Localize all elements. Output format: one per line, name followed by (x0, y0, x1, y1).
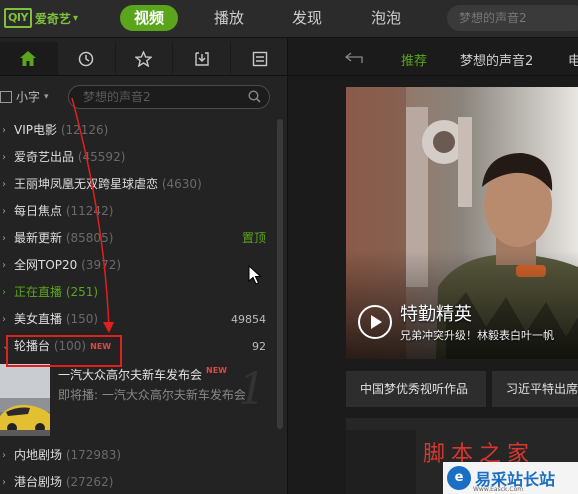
list-icon[interactable] (230, 42, 287, 75)
channel-label: 美女直播 (14, 312, 63, 326)
chevron-down-icon[interactable]: ▾ (73, 13, 78, 24)
chevron-right-icon: › (2, 287, 6, 298)
nav-tab-video[interactable]: 视频 (120, 5, 178, 31)
banner-subtitle: 兄弟冲突升级！林毅表白叶一帆 (400, 329, 554, 342)
channel-count: (100) (53, 339, 87, 353)
promo-button-xi-jinping[interactable]: 习近平特出席 (492, 371, 578, 407)
history-clock-icon[interactable] (56, 42, 115, 75)
featured-banner[interactable]: 特勤精英 兄弟冲突升级！林毅表白叶一帆 (346, 87, 578, 359)
nav-tab-bubble[interactable]: 泡泡 (357, 5, 415, 31)
channel-label: 王丽坤凤凰无双跨星球虐恋 (14, 177, 159, 191)
channel-item-top20[interactable]: › 全网TOP20 (3972) (0, 252, 272, 279)
chevron-right-icon: › (2, 450, 6, 461)
channel-count: (172983) (65, 448, 122, 462)
promo-button-china-dream[interactable]: 中国梦优秀视听作品 (346, 371, 486, 407)
sidebar-scrollbar[interactable] (277, 119, 283, 429)
channel-item-latest-updates[interactable]: › 最新更新 (85805) 置顶 (0, 225, 272, 252)
logo-mark: QIY (4, 8, 32, 28)
play-button[interactable] (358, 305, 392, 339)
logo-text: 爱奇艺 (34, 11, 71, 26)
channel-item-live-now[interactable]: › 正在直播 (251) (0, 279, 272, 306)
chevron-right-icon: › (2, 179, 6, 190)
channel-label: 正在直播 (14, 285, 63, 299)
search-icon[interactable] (248, 90, 261, 103)
channel-item-carousel[interactable]: ⌄ 轮播台 (100) NEW 92 (0, 333, 272, 360)
channel-count: (150) (65, 312, 99, 326)
content-placeholder (346, 430, 416, 494)
chevron-right-icon: › (2, 152, 6, 163)
channel-count: (85805) (65, 231, 114, 245)
tab-dream-voice[interactable]: 梦想的声音2 (460, 50, 533, 69)
chevron-right-icon: › (2, 260, 6, 271)
channel-label: 最新更新 (14, 231, 63, 245)
nav-tab-play[interactable]: 播放 (200, 5, 258, 31)
watermark-logo-icon: e (447, 466, 471, 490)
channel-count: (11242) (65, 204, 114, 218)
channel-count: (12126) (60, 123, 109, 137)
play-icon (371, 315, 382, 329)
channel-count: (251) (65, 285, 99, 299)
car-thumbnail (0, 364, 50, 436)
pin-to-top-button[interactable]: 置顶 (242, 225, 266, 252)
mouse-cursor-icon (248, 265, 262, 285)
channel-label: 每日焦点 (14, 204, 63, 218)
channel-item-beauty-live[interactable]: › 美女直播 (150) 49854 (0, 306, 272, 333)
channel-item-daily-focus[interactable]: › 每日焦点 (11242) (0, 198, 272, 225)
new-badge: NEW (90, 342, 112, 351)
channel-list: › VIP电影 (12126) › 爱奇艺出品 (45592) › 王丽坤凤凰无双跨星… (0, 117, 272, 494)
sidebar: 小字 ▾ 梦想的声音2 › VIP电影 (12126) › 爱奇艺出品 (45592… (0, 38, 288, 494)
channel-label: 轮播台 (14, 339, 51, 353)
sidebar-search-input[interactable]: 梦想的声音2 (68, 85, 270, 109)
carousel-live-card[interactable]: 一汽大众高尔夫新车发布会 NEW 即将播: 一汽大众高尔夫新车发布会 1 (0, 360, 272, 442)
chevron-right-icon: › (2, 314, 6, 325)
channel-count: (3972) (81, 258, 122, 272)
channel-label: 内地剧场 (14, 448, 63, 462)
new-badge: NEW (206, 366, 227, 375)
channel-label: VIP电影 (14, 123, 57, 137)
chevron-down-icon: ▾ (44, 91, 49, 102)
top-bar: QIY 爱奇艺 ▾ 视频 播放 发现 泡泡 梦想的声音2 (0, 0, 578, 38)
chevron-down-icon: ⌄ (2, 341, 11, 352)
channel-count: (27262) (65, 475, 114, 489)
channel-item-mainland-drama[interactable]: › 内地剧场 (172983) (0, 442, 272, 469)
tab-recommended[interactable]: 推荐 (401, 50, 427, 69)
chevron-right-icon: › (2, 125, 6, 136)
home-icon[interactable] (0, 42, 57, 75)
live-card-title: 一汽大众高尔夫新车发布会 NEW (58, 366, 227, 382)
viewer-count: 49854 (231, 313, 266, 326)
channel-label: 爱奇艺出品 (14, 150, 75, 164)
chevron-right-icon: › (2, 233, 6, 244)
grid-icon (0, 90, 12, 103)
chevron-right-icon: › (2, 206, 6, 217)
nav-tab-discover[interactable]: 发现 (278, 5, 336, 31)
live-card-upcoming: 即将播: 一汽大众高尔夫新车发布会 (58, 388, 246, 402)
back-arrow-icon[interactable] (345, 52, 363, 64)
content-tabs: 推荐 梦想的声音2 电 (289, 42, 578, 76)
live-card-number: 1 (238, 364, 266, 415)
channel-label: 港台剧场 (14, 475, 63, 489)
favorite-star-icon[interactable] (114, 42, 173, 75)
channel-item-featured-drama[interactable]: › 王丽坤凤凰无双跨星球虐恋 (4630) (0, 171, 272, 198)
sidebar-search-bar: 小字 ▾ 梦想的声音2 (0, 82, 287, 112)
watermark-url: Www.Easck.Com (473, 486, 524, 493)
banner-title: 特勤精英 (400, 304, 472, 325)
channel-count: (4630) (161, 177, 202, 191)
top-search-input[interactable]: 梦想的声音2 (447, 5, 578, 31)
channel-item-hktw-drama[interactable]: › 港台剧场 (27262) (0, 469, 272, 494)
viewer-count: 92 (252, 340, 266, 353)
font-size-selector[interactable]: 小字 ▾ (0, 88, 49, 105)
channel-item-iqiyi-original[interactable]: › 爱奇艺出品 (45592) (0, 144, 272, 171)
content-pane: 推荐 梦想的声音2 电 特勤精英 兄弟冲突升级！林毅表白叶一帆 中国梦优秀视听作… (289, 38, 578, 494)
tab-more[interactable]: 电 (568, 50, 578, 69)
font-size-label: 小字 (16, 90, 41, 104)
chevron-right-icon: › (2, 477, 6, 488)
sidebar-search-placeholder: 梦想的声音2 (83, 90, 151, 104)
channel-label: 全网TOP20 (14, 258, 78, 272)
channel-item-vip-movie[interactable]: › VIP电影 (12126) (0, 117, 272, 144)
sidebar-tabs (0, 42, 287, 76)
download-icon[interactable] (172, 42, 230, 75)
app-logo[interactable]: QIY 爱奇艺 ▾ (4, 7, 78, 29)
watermark-badge: e 易采站长站 Www.Easck.Com (443, 462, 578, 494)
channel-count: (45592) (77, 150, 126, 164)
